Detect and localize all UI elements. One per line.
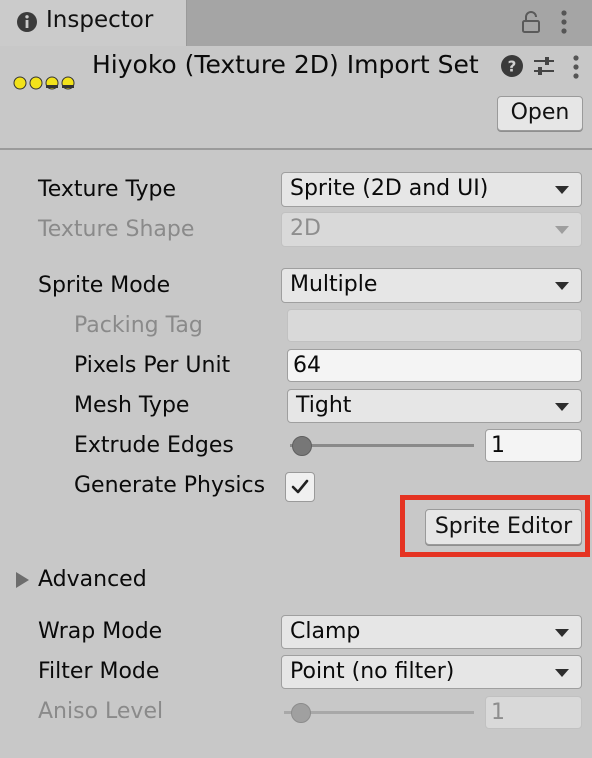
aniso-level-input: 1 [485, 696, 582, 729]
packing-tag-input [287, 309, 582, 342]
filter-mode-value: Point (no filter) [290, 659, 455, 684]
wrap-mode-dropdown[interactable]: Clamp [281, 615, 582, 649]
filter-mode-dropdown[interactable]: Point (no filter) [281, 655, 582, 689]
divider [0, 148, 592, 150]
info-icon [17, 12, 37, 32]
chevron-down-icon [555, 669, 569, 677]
generate-physics-shape-label: Generate Physics Shape [74, 473, 270, 498]
texture-type-label: Texture Type [38, 177, 177, 202]
texture-type-dropdown[interactable]: Sprite (2D and UI) [281, 172, 582, 207]
texture-shape-label: Texture Shape [38, 217, 195, 242]
aniso-level-slider-track [284, 711, 474, 714]
sprite-editor-button[interactable]: Sprite Editor [425, 509, 582, 545]
tab-inspector[interactable]: Inspector [0, 0, 187, 46]
sliders-icon[interactable] [532, 54, 556, 78]
chevron-down-icon [555, 629, 569, 637]
wrap-mode-label: Wrap Mode [38, 619, 163, 644]
wrap-mode-value: Clamp [290, 619, 361, 644]
sprite-mode-dropdown[interactable]: Multiple [281, 268, 582, 303]
extrude-edges-input[interactable]: 1 [485, 429, 582, 462]
mesh-type-label: Mesh Type [74, 393, 190, 418]
chevron-down-icon [555, 226, 569, 234]
mesh-type-dropdown[interactable]: Tight [287, 389, 582, 423]
extrude-edges-slider-handle[interactable] [292, 436, 312, 456]
kebab-menu-icon[interactable] [556, 9, 572, 35]
kebab-menu-icon[interactable] [568, 54, 584, 80]
header-title: Hiyoko (Texture 2D) Import Set [92, 50, 479, 79]
sprite-sheet-thumbnail [13, 76, 75, 90]
pixels-per-unit-input[interactable]: 64 [287, 349, 582, 382]
generate-physics-shape-label-clip: Generate Physics Shape [74, 473, 270, 498]
aniso-level-slider-handle [291, 703, 311, 723]
extrude-edges-slider-track[interactable] [290, 444, 474, 447]
sprite-mode-label: Sprite Mode [38, 273, 171, 298]
chevron-down-icon [555, 186, 569, 194]
texture-shape-dropdown: 2D [281, 212, 582, 247]
svg-text:?: ? [508, 58, 517, 76]
tab-label: Inspector [46, 7, 154, 33]
extrude-edges-label: Extrude Edges [74, 433, 234, 458]
packing-tag-label: Packing Tag [74, 313, 203, 338]
texture-shape-value: 2D [290, 216, 321, 241]
chevron-down-icon [555, 282, 569, 290]
advanced-foldout-label[interactable]: Advanced [38, 567, 147, 592]
pixels-per-unit-label: Pixels Per Unit [74, 353, 231, 378]
aniso-level-label: Aniso Level [38, 699, 164, 724]
foldout-arrow-icon[interactable] [16, 572, 29, 588]
open-button[interactable]: Open [497, 96, 583, 131]
lock-icon[interactable] [520, 10, 542, 34]
generate-physics-shape-checkbox[interactable] [285, 472, 315, 502]
chevron-down-icon [555, 403, 569, 411]
filter-mode-label: Filter Mode [38, 659, 160, 684]
checkmark-icon [291, 479, 309, 494]
help-icon[interactable]: ? [500, 54, 524, 78]
texture-type-value: Sprite (2D and UI) [290, 176, 489, 201]
mesh-type-value: Tight [296, 393, 352, 418]
sprite-mode-value: Multiple [290, 272, 378, 297]
